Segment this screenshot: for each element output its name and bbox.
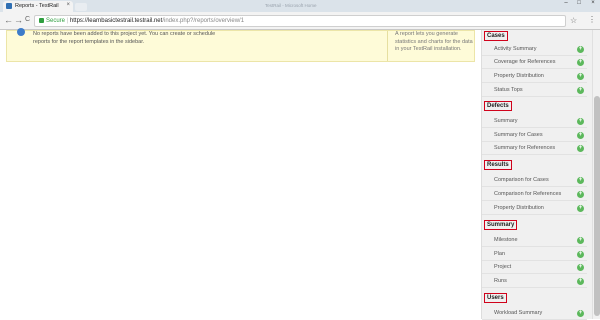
browser-toolbar: ← → C Secure | https://learnbasictestrai… bbox=[0, 12, 600, 30]
sidebar-item-summary-for-cases[interactable]: Summary for Cases + bbox=[482, 129, 587, 142]
new-tab-button[interactable] bbox=[75, 3, 87, 11]
banner-divider bbox=[387, 31, 388, 61]
url-path: /index.php?/reports/overview/1 bbox=[162, 18, 245, 25]
sidebar-item-plan[interactable]: Plan + bbox=[482, 248, 587, 261]
add-report-icon[interactable]: + bbox=[577, 73, 584, 80]
add-report-icon[interactable]: + bbox=[577, 132, 584, 139]
sidebar-item-workload-summary[interactable]: Workload Summary + bbox=[482, 307, 587, 320]
forward-icon[interactable]: → bbox=[14, 15, 23, 25]
sidebar-item-label: Summary for Cases bbox=[494, 132, 543, 138]
sidebar-item-label: Coverage for References bbox=[494, 59, 556, 65]
no-reports-banner: No reports have been added to this proje… bbox=[6, 28, 475, 62]
tab-close-icon[interactable]: × bbox=[66, 2, 70, 8]
sidebar-item-label: Workload Summary bbox=[494, 310, 543, 316]
add-report-icon[interactable]: + bbox=[577, 87, 584, 94]
section-heading-cases: Cases bbox=[484, 31, 508, 41]
sidebar-item-summary-for-references[interactable]: Summary for References + bbox=[482, 142, 587, 155]
scrollbar-thumb[interactable] bbox=[594, 96, 600, 316]
sidebar-item-label: Status Tops bbox=[494, 87, 523, 93]
sidebar-item-status-tops[interactable]: Status Tops + bbox=[482, 84, 587, 97]
sidebar-item-label: Activity Summary bbox=[494, 46, 537, 52]
browser-tab-bar: Reports - TestRail × TestRail - Microsof… bbox=[0, 0, 600, 12]
sidebar-item-label: Summary for References bbox=[494, 145, 556, 151]
sidebar-item-activity-summary[interactable]: Activity Summary + bbox=[482, 43, 587, 56]
browser-menu-icon[interactable]: ⋮ bbox=[588, 15, 596, 24]
add-report-icon[interactable]: + bbox=[577, 205, 584, 212]
add-report-icon[interactable]: + bbox=[577, 118, 584, 125]
sidebar-item-comparison-for-cases[interactable]: Comparison for Cases + bbox=[482, 174, 587, 187]
banner-message: No reports have been added to this proje… bbox=[33, 31, 216, 45]
report-templates-sidebar: Cases Activity Summary + Coverage for Re… bbox=[481, 30, 592, 320]
add-report-icon[interactable]: + bbox=[577, 177, 584, 184]
secure-label: Secure bbox=[46, 18, 66, 25]
reload-icon[interactable]: C bbox=[25, 16, 30, 23]
sidebar-item-project[interactable]: Project + bbox=[482, 261, 587, 274]
add-report-icon[interactable]: + bbox=[577, 191, 584, 198]
add-report-icon[interactable]: + bbox=[577, 237, 584, 244]
address-bar[interactable]: Secure | https://learnbasictestrail.test… bbox=[34, 15, 566, 27]
sidebar-item-runs[interactable]: Runs + bbox=[482, 275, 587, 288]
sidebar-item-coverage-for-references[interactable]: Coverage for References + bbox=[482, 56, 587, 69]
tab-reports[interactable]: Reports - TestRail × bbox=[3, 1, 73, 12]
close-window-icon[interactable]: × bbox=[587, 0, 599, 6]
add-report-icon[interactable]: + bbox=[577, 46, 584, 53]
sidebar-item-label: Plan bbox=[494, 251, 506, 257]
testrail-favicon-icon bbox=[6, 3, 12, 9]
maximize-icon[interactable]: □ bbox=[573, 0, 585, 6]
sidebar-item-label: Property Distribution bbox=[494, 205, 544, 211]
minimize-icon[interactable]: – bbox=[560, 0, 572, 6]
section-heading-summary: Summary bbox=[484, 220, 518, 230]
sidebar-item-results-property-distribution[interactable]: Property Distribution + bbox=[482, 202, 587, 215]
bookmark-star-icon[interactable]: ☆ bbox=[570, 16, 577, 25]
add-report-icon[interactable]: + bbox=[577, 310, 584, 317]
sidebar-item-label: Runs bbox=[494, 278, 507, 284]
url-separator: | bbox=[66, 18, 69, 25]
sidebar-item-defects-summary[interactable]: Summary + bbox=[482, 115, 587, 128]
banner-aside-text: A report lets you generate statistics an… bbox=[395, 31, 473, 52]
sidebar-item-comparison-for-references[interactable]: Comparison for References + bbox=[482, 188, 587, 201]
sidebar-item-label: Milestone bbox=[494, 237, 518, 243]
section-heading-users: Users bbox=[484, 293, 507, 303]
add-report-icon[interactable]: + bbox=[577, 59, 584, 66]
add-report-icon[interactable]: + bbox=[577, 278, 584, 285]
add-report-icon[interactable]: + bbox=[577, 264, 584, 271]
sidebar-item-label: Comparison for Cases bbox=[494, 177, 549, 183]
sidebar-item-label: Project bbox=[494, 264, 512, 270]
window-title: TestRail - Microsoft Home bbox=[265, 3, 317, 8]
main-content: No reports have been added to this proje… bbox=[0, 28, 481, 319]
sidebar-item-label: Property Distribution bbox=[494, 73, 544, 79]
info-icon bbox=[17, 28, 25, 36]
section-heading-results: Results bbox=[484, 160, 512, 170]
tab-title: Reports - TestRail bbox=[15, 3, 59, 9]
sidebar-item-property-distribution[interactable]: Property Distribution + bbox=[482, 70, 587, 83]
add-report-icon[interactable]: + bbox=[577, 251, 584, 258]
sidebar-item-label: Comparison for References bbox=[494, 191, 562, 197]
sidebar-item-milestone[interactable]: Milestone + bbox=[482, 234, 587, 247]
section-heading-defects: Defects bbox=[484, 101, 512, 111]
page-scrollbar[interactable] bbox=[592, 30, 600, 319]
sidebar-item-label: Summary bbox=[494, 118, 518, 124]
url-host: https://learnbasictestrail.testrail.net bbox=[69, 18, 163, 25]
back-icon[interactable]: ← bbox=[4, 15, 13, 25]
lock-icon bbox=[39, 18, 44, 23]
add-report-icon[interactable]: + bbox=[577, 145, 584, 152]
